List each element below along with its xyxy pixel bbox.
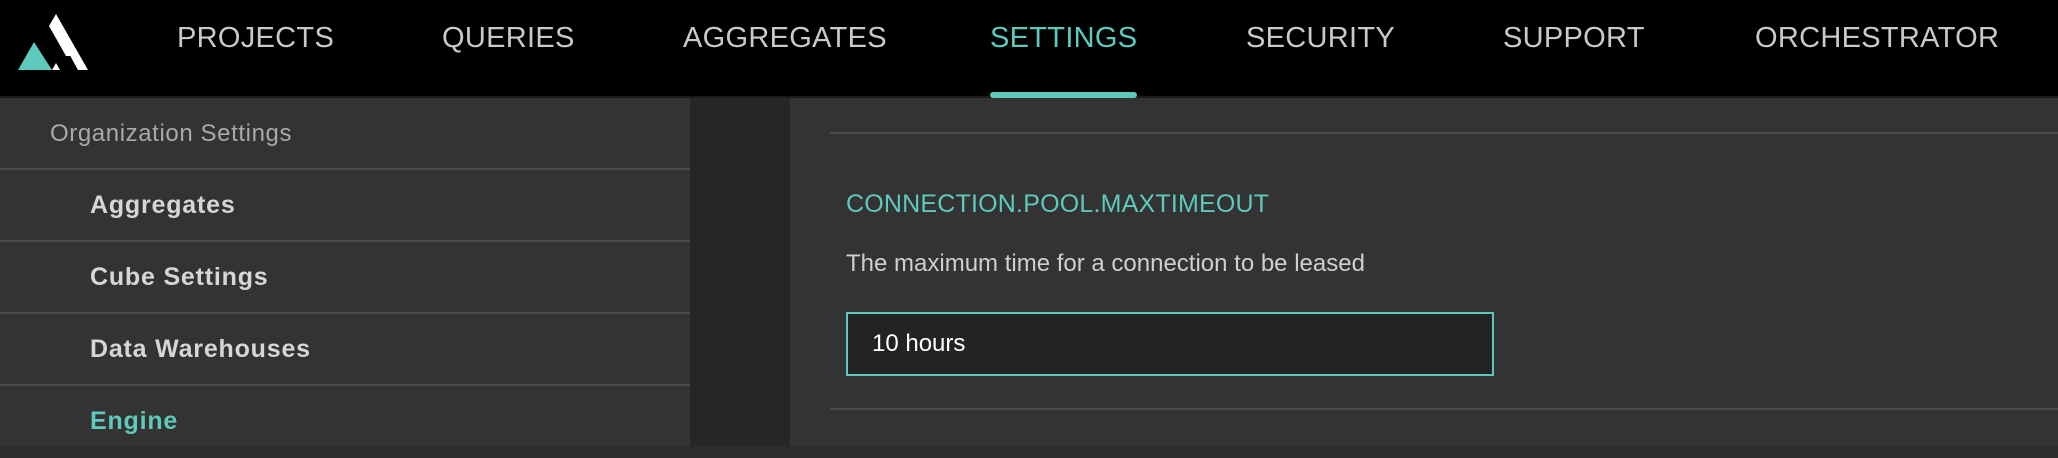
atscale-logo-icon[interactable] [16,12,90,74]
panel-gutter [690,98,790,446]
sidebar-item-aggregates[interactable]: Aggregates [0,170,690,242]
nav-support-label: SUPPORT [1503,22,1645,54]
nav-settings[interactable]: SETTINGS [990,22,1138,98]
sidebar-header: Organization Settings [0,98,690,170]
sidebar-item-label: Engine [90,407,179,435]
sidebar-item-label: Aggregates [90,191,236,219]
setting-key: CONNECTION.POOL.MAXTIMEOUT [846,190,1270,218]
sidebar-item-data-warehouses[interactable]: Data Warehouses [0,314,690,386]
nav-projects-label: PROJECTS [177,22,335,54]
divider [830,408,2058,410]
nav-projects[interactable]: PROJECTS [177,22,334,98]
setting-description: The maximum time for a connection to be … [846,250,1365,277]
nav-support[interactable]: SUPPORT [1503,22,1645,98]
nav-aggregates-label: AGGREGATES [683,22,887,54]
sidebar-item-engine[interactable]: Engine [0,386,690,458]
top-nav-bar: PROJECTS QUERIES AGGREGATES SETTINGS SEC… [0,0,2058,98]
divider [830,132,2058,134]
setting-value-input[interactable] [846,312,1494,376]
nav-security-label: SECURITY [1246,22,1396,54]
nav-security[interactable]: SECURITY [1246,22,1395,98]
sidebar-item-label: Data Warehouses [90,335,311,363]
nav-orchestrator[interactable]: ORCHESTRATOR [1755,22,1999,98]
settings-sidebar: Organization Settings Aggregates Cube Se… [0,98,690,446]
settings-panel: CONNECTION.POOL.MAXTIMEOUT The maximum t… [790,98,2058,446]
nav-settings-label: SETTINGS [990,22,1138,54]
sidebar-item-label: Cube Settings [90,263,269,291]
nav-queries[interactable]: QUERIES [442,22,575,98]
nav-queries-label: QUERIES [442,22,575,54]
nav-orchestrator-label: ORCHESTRATOR [1755,22,2000,54]
sidebar-item-cube-settings[interactable]: Cube Settings [0,242,690,314]
nav-aggregates[interactable]: AGGREGATES [683,22,887,98]
